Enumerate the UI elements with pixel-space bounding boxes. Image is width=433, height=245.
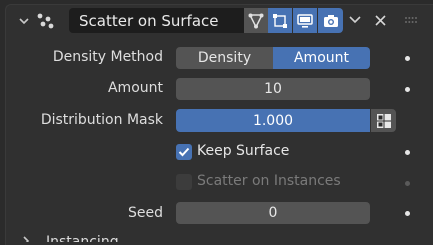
node-tree-button[interactable] — [244, 8, 268, 33]
render-toggle[interactable] — [318, 8, 343, 33]
attribute-toggle-button[interactable] — [371, 109, 396, 132]
keyframe-dot[interactable] — [405, 181, 410, 186]
modifier-name: Scatter on Surface — [79, 11, 219, 30]
checkmark-icon — [178, 147, 190, 157]
scatter-instances-checkbox[interactable] — [176, 174, 192, 190]
expand-chevron-icon — [23, 236, 30, 242]
density-method-label: Density Method — [52, 49, 163, 65]
amount-label: Amount — [107, 80, 163, 96]
node-tree-icon — [248, 13, 264, 29]
collapse-chevron-icon[interactable] — [19, 16, 29, 26]
viewport-display-icon — [297, 13, 313, 28]
close-icon[interactable] — [375, 15, 386, 26]
attribute-icon — [376, 113, 391, 128]
keep-surface-checkbox[interactable] — [176, 144, 192, 160]
geometry-nodes-modifier-icon — [37, 13, 54, 29]
keyframe-dot[interactable] — [405, 211, 410, 216]
edit-mode-icon — [273, 13, 287, 28]
seed-field[interactable]: 0 — [176, 202, 370, 224]
dropdown-chevron-icon[interactable] — [349, 15, 361, 25]
instancing-subpanel-header[interactable]: Instancing — [0, 232, 433, 242]
render-icon — [323, 14, 338, 27]
amount-option[interactable]: Amount — [273, 47, 370, 69]
edit-mode-toggle[interactable] — [268, 8, 292, 33]
keyframe-dot[interactable] — [405, 87, 410, 92]
density-method-selector[interactable]: Density Amount — [176, 47, 370, 69]
distribution-mask-field[interactable]: 1.000 — [176, 109, 370, 132]
seed-label: Seed — [128, 205, 163, 221]
amount-field[interactable]: 10 — [176, 78, 370, 100]
density-option[interactable]: Density — [176, 47, 273, 69]
scatter-instances-label[interactable]: Scatter on Instances — [197, 173, 341, 189]
keyframe-dot[interactable] — [405, 56, 410, 61]
seed-value: 0 — [268, 205, 278, 221]
drag-handle-icon[interactable] — [404, 16, 418, 24]
instancing-label: Instancing — [46, 234, 119, 242]
distribution-mask-label: Distribution Mask — [40, 112, 163, 128]
distribution-mask-value: 1.000 — [252, 112, 294, 129]
viewport-display-toggle[interactable] — [293, 8, 317, 33]
amount-value: 10 — [264, 81, 282, 97]
keyframe-dot[interactable] — [405, 150, 410, 155]
modifier-name-field[interactable]: Scatter on Surface — [69, 8, 244, 33]
keep-surface-label[interactable]: Keep Surface — [197, 143, 289, 159]
